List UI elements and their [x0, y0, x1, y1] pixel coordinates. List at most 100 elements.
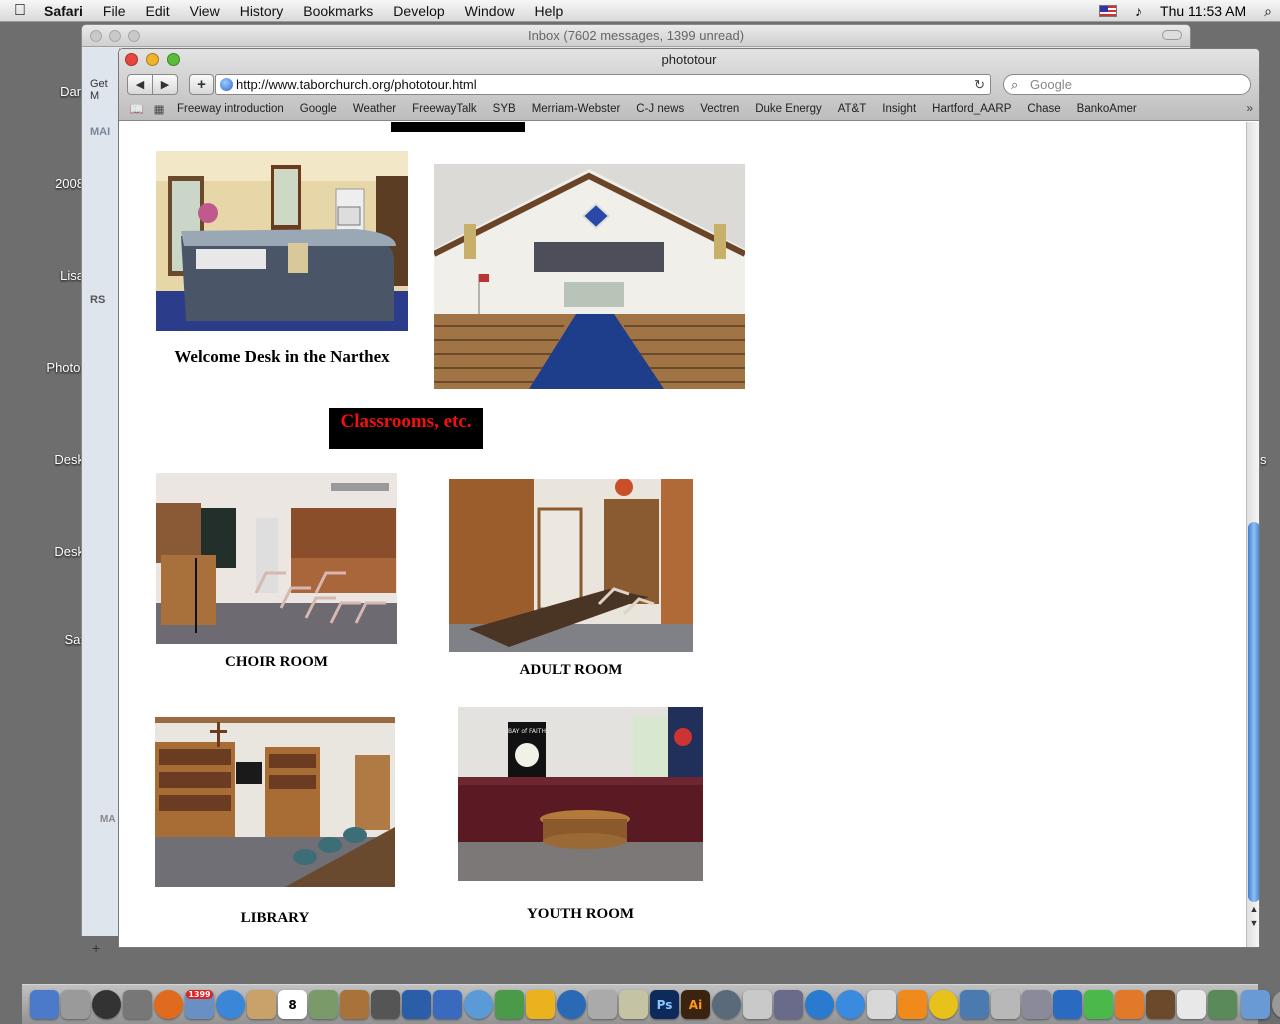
- photo-app-icon[interactable]: [991, 990, 1020, 1019]
- photoshop-icon[interactable]: Ps: [650, 990, 679, 1019]
- rss-header[interactable]: RS: [90, 294, 105, 306]
- bookmark-item[interactable]: Insight: [874, 103, 924, 115]
- bookmark-item[interactable]: Vectren: [692, 103, 747, 115]
- headphones-icon[interactable]: [526, 990, 555, 1019]
- folder-icon[interactable]: [1241, 990, 1270, 1019]
- bookmark-item[interactable]: FreewayTalk: [404, 103, 485, 115]
- installer-icon[interactable]: [743, 990, 772, 1019]
- imovie-icon[interactable]: [371, 990, 400, 1019]
- ical-icon[interactable]: 8: [278, 990, 307, 1019]
- search-field[interactable]: ⌕ Google: [1003, 74, 1251, 95]
- sanctuary-photo: [434, 164, 745, 389]
- input-source-flag-icon[interactable]: [1099, 5, 1118, 17]
- desktop-icon-label-right[interactable]: s: [1260, 452, 1267, 467]
- back-button[interactable]: ◀: [127, 74, 153, 95]
- bookmark-item[interactable]: Duke Energy: [747, 103, 829, 115]
- scroll-down-arrow-icon[interactable]: ▼: [1249, 918, 1259, 928]
- mail-titlebar[interactable]: Inbox (7602 messages, 1399 unread): [82, 25, 1190, 47]
- slingshot-icon[interactable]: [1115, 990, 1144, 1019]
- textedit-icon[interactable]: [402, 990, 431, 1019]
- desktop-icon-label[interactable]: Lisa: [36, 268, 84, 283]
- desktop-icon-label[interactable]: Desk: [36, 544, 84, 559]
- automator-icon[interactable]: [774, 990, 803, 1019]
- bookmark-item[interactable]: Chase: [1019, 103, 1068, 115]
- address-book-icon[interactable]: [247, 990, 276, 1019]
- spreadsheet-icon[interactable]: [1177, 990, 1206, 1019]
- forward-button[interactable]: ▶: [152, 74, 178, 95]
- menu-view[interactable]: View: [180, 3, 230, 19]
- mail-icon[interactable]: 1399: [185, 990, 214, 1019]
- desktop-icon-label[interactable]: 2008: [36, 176, 84, 191]
- bookmark-item[interactable]: Weather: [345, 103, 404, 115]
- search-icon: ⌕: [1011, 77, 1019, 92]
- menu-edit[interactable]: Edit: [135, 3, 179, 19]
- preview-icon[interactable]: [309, 990, 338, 1019]
- animal-icon[interactable]: [1146, 990, 1175, 1019]
- bookmark-item[interactable]: BankoAmer: [1069, 103, 1145, 115]
- bookmark-item[interactable]: C-J news: [628, 103, 692, 115]
- vertical-scrollbar[interactable]: ▲ ▼: [1246, 122, 1259, 947]
- menu-help[interactable]: Help: [524, 3, 573, 19]
- quicktime-icon[interactable]: [557, 990, 586, 1019]
- mail-window-controls[interactable]: [90, 30, 140, 42]
- time-machine-icon[interactable]: [712, 990, 741, 1019]
- bookmark-item[interactable]: Google: [292, 103, 345, 115]
- pdf-icon[interactable]: [867, 990, 896, 1019]
- bookmark-item[interactable]: SYB: [485, 103, 524, 115]
- dashboard-icon[interactable]: [92, 990, 121, 1019]
- get-mail-button[interactable]: Get M: [90, 78, 119, 102]
- system-preferences-icon[interactable]: [123, 990, 152, 1019]
- desktop-icon-label[interactable]: Darl: [36, 84, 84, 99]
- reload-icon[interactable]: ↻: [974, 75, 985, 94]
- mail-activity-header: MA: [100, 814, 116, 825]
- vlc-icon[interactable]: [898, 990, 927, 1019]
- toolbar-toggle-button[interactable]: [1162, 30, 1182, 40]
- add-bookmark-button[interactable]: +: [189, 74, 214, 95]
- bookmark-item[interactable]: AT&T: [830, 103, 875, 115]
- menu-develop[interactable]: Develop: [383, 3, 454, 19]
- garageband-icon[interactable]: [495, 990, 524, 1019]
- camera-icon[interactable]: [1022, 990, 1051, 1019]
- search-app-icon[interactable]: [805, 990, 834, 1019]
- menubar-clock[interactable]: Thu 11:53 AM: [1160, 3, 1246, 19]
- grid-icon[interactable]: ▦: [149, 102, 169, 116]
- apple-menu-icon[interactable]: : [0, 2, 40, 20]
- book-app-icon[interactable]: [1208, 990, 1237, 1019]
- flash-icon[interactable]: [929, 990, 958, 1019]
- trash-icon[interactable]: [1272, 990, 1280, 1019]
- keynote-icon[interactable]: [433, 990, 462, 1019]
- book-icon[interactable]: 📖: [127, 102, 147, 116]
- illustrator-icon[interactable]: Ai: [681, 990, 710, 1019]
- frog-icon[interactable]: [1084, 990, 1113, 1019]
- bookmark-item[interactable]: Freeway introduction: [169, 103, 292, 115]
- url-text[interactable]: http://www.taborchurch.org/phototour.htm…: [236, 77, 477, 92]
- finder-icon[interactable]: [30, 990, 59, 1019]
- pen-icon[interactable]: [619, 990, 648, 1019]
- scrollbar-thumb[interactable]: [1248, 522, 1259, 902]
- play-icon[interactable]: [836, 990, 865, 1019]
- firefox-icon[interactable]: [154, 990, 183, 1019]
- address-bar[interactable]: http://www.taborchurch.org/phototour.htm…: [215, 74, 991, 95]
- menu-history[interactable]: History: [230, 3, 294, 19]
- add-mailbox-button[interactable]: +: [92, 940, 100, 956]
- scroll-up-arrow-icon[interactable]: ▲: [1249, 904, 1259, 914]
- iphoto-icon[interactable]: [340, 990, 369, 1019]
- safari-icon[interactable]: [216, 990, 245, 1019]
- network-icon[interactable]: [960, 990, 989, 1019]
- more-bookmarks-chevron-icon[interactable]: »: [1246, 101, 1253, 115]
- bookmark-item[interactable]: Merriam-Webster: [524, 103, 629, 115]
- utility-icon[interactable]: [588, 990, 617, 1019]
- itunes-icon[interactable]: [464, 990, 493, 1019]
- menu-bookmarks[interactable]: Bookmarks: [293, 3, 383, 19]
- calculator-icon[interactable]: [61, 990, 90, 1019]
- menu-file[interactable]: File: [93, 3, 136, 19]
- desktop-icon-label[interactable]: Desk: [36, 452, 84, 467]
- spotlight-icon[interactable]: ⌕: [1264, 3, 1272, 20]
- menu-window[interactable]: Window: [455, 3, 525, 19]
- desktop-icon-label[interactable]: Saf: [36, 632, 84, 647]
- volume-icon[interactable]: ♪: [1135, 3, 1142, 19]
- desktop-icon-label[interactable]: Photo:: [36, 360, 84, 375]
- xcode-icon[interactable]: [1053, 990, 1082, 1019]
- bookmark-item[interactable]: Hartford_AARP: [924, 103, 1019, 115]
- menu-safari[interactable]: Safari: [40, 3, 93, 19]
